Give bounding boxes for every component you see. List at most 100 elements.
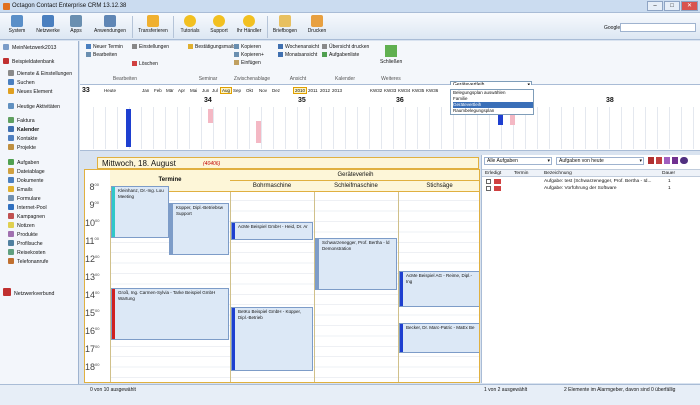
sidebar-item-netzwerkverbund[interactable]: Netzwerkverbund [3,288,78,299]
month-jul[interactable]: Jul [212,88,218,93]
month-jan[interactable]: Jan [142,88,149,93]
task-tool-icon[interactable] [664,157,670,164]
month-nov[interactable]: Nov [259,88,267,93]
sidebar-item-profilsuche[interactable]: Profilsuche [8,240,83,249]
task-date-select[interactable]: Aufgaben von heute ▾ [556,157,644,165]
sidebar-item-dienste[interactable]: Dienste & Einstellungen [8,70,83,79]
heute-button[interactable]: Heute [104,88,116,93]
month-maer[interactable]: Mär [166,88,174,93]
dropdown-option[interactable]: Raumbelegungsplan [453,108,533,114]
monatsansicht-button[interactable]: Monatsansicht [278,52,317,59]
month-apr[interactable]: Apr [178,88,185,93]
paste-icon [234,60,239,65]
einstellungen-button[interactable]: Einstellungen [132,44,169,51]
sidebar-item-internet-pool[interactable]: Internet-Pool [8,204,83,213]
kopieren-button[interactable]: Kopieren [234,44,261,51]
week-kw32[interactable]: KW32 [370,88,382,93]
appointment[interactable]: BetKo Beispiel GmbH - Küpper, Dipl.-Betr… [231,307,313,371]
col-dauer[interactable]: Dauer [662,170,675,177]
kopieren-plus-button[interactable]: Kopieren+ [234,52,264,59]
sidebar-item-emails[interactable]: Emails [8,186,83,195]
month-jun[interactable]: Jun [202,88,209,93]
sidebar-item-beispieldatenbank[interactable]: Beispieldatenbank [3,58,78,67]
eye-icon[interactable] [680,157,688,164]
year-2011[interactable]: 2011 [308,88,318,93]
toolbar-transferieren[interactable]: Transferieren [134,14,172,39]
sidebar-item-dokumente[interactable]: Dokumente [8,177,83,186]
done-checkbox[interactable] [486,186,491,191]
status-right: 2 Elemente im Alarmgeber, davon sind 0 ü… [564,387,676,393]
toolbar-drucken[interactable]: Drucken [302,14,332,39]
task-tool-icon[interactable] [648,157,654,164]
col-bezeichnung[interactable]: Bezeichnung [544,170,572,177]
printer-icon [322,44,327,49]
toolbar-system[interactable]: System [2,14,32,39]
sidebar-item-aufgaben[interactable]: Aufgaben [8,159,83,168]
done-checkbox[interactable] [486,179,491,184]
toolbar-support[interactable]: Support [204,14,234,39]
sidebar-item-suchen[interactable]: Suchen [8,79,83,88]
week-kw36[interactable]: KW36 [426,88,438,93]
toolbar-anwendungen[interactable]: Anwendungen [90,14,130,39]
maximize-button[interactable]: □ [664,1,680,11]
sidebar-item-projekte[interactable]: Projekte [8,144,83,153]
col-termin[interactable]: Termin [514,170,528,177]
appointment[interactable]: Küpper, Dipl.-Betriebsw Support [169,203,229,255]
uebersicht-drucken-button[interactable]: Übersicht drucken [322,44,369,51]
table-row[interactable]: Aufgabe: test (Schwarzenegger, Prof. Ber… [482,178,700,185]
appointment[interactable]: Kleinhanz, Dr.-Ing. Lou Meeting [111,186,169,238]
toolbar-netzwerke[interactable]: Netzwerke [33,14,63,39]
month-feb[interactable]: Feb [154,88,162,93]
sidebar-item-notizen[interactable]: Notizen [8,222,83,231]
loeschen-button[interactable]: Löschen [132,61,158,68]
minimize-button[interactable]: – [647,1,663,11]
aufgabenliste-button[interactable]: Aufgabenliste [322,52,359,59]
month-mai[interactable]: Mai [190,88,197,93]
sidebar-item-heutige[interactable]: Heutige Aktivitäten [8,103,83,112]
sidebar-item-faktura[interactable]: Faktura [8,117,83,126]
month-aug[interactable]: Aug [220,87,233,94]
sidebar-item-formulare[interactable]: Formulare [8,195,83,204]
sidebar-item-telefonanrufe[interactable]: Telefonanrufe [8,258,83,267]
appointment[interactable]: AcMe Beispiel AG - Reime, Dipl.-Ing [399,271,479,307]
toolbar-ihr-haendler[interactable]: Ihr Händler [232,14,266,39]
task-tool-icon[interactable] [656,157,662,164]
close-button[interactable]: ✕ [681,1,698,11]
col-erledigt[interactable]: Erledigt [485,170,501,177]
google-search-input[interactable] [620,23,696,32]
table-row[interactable]: Aufgabe: Vorführung der Software 1 [482,185,700,192]
year-2013[interactable]: 2013 [332,88,342,93]
year-2010[interactable]: 2010 [293,87,308,94]
toolbar-tutorials[interactable]: Tutorials [175,14,205,39]
neuer-termin-button[interactable]: Neuer Termin [86,44,123,51]
toolbar-briefbogen[interactable]: Briefbogen [269,14,301,39]
bearbeiten-button[interactable]: Bearbeiten [86,52,117,59]
sidebar-item-mein-netzwerk[interactable]: MeinNetzwerk2013 [3,44,78,53]
sidebar-item-kalender[interactable]: Kalender [8,126,83,135]
sidebar-item-kampagnen[interactable]: Kampagnen [8,213,83,222]
week-kw35[interactable]: KW35 [412,88,424,93]
month-okt[interactable]: Okt [246,88,253,93]
appointment[interactable]: AcMe Beispiel GmbH - Heid, Dr. Ar [231,222,313,240]
month-dez[interactable]: Dez [272,88,280,93]
wochenansicht-button[interactable]: Wochenansicht [278,44,319,51]
task-filter-select[interactable]: Alle Aufgaben ▾ [484,157,552,165]
sidebar-item-kontakte[interactable]: Kontakte [8,135,83,144]
week-kw33[interactable]: KW33 [384,88,396,93]
sidebar-item-dateiablage[interactable]: Dateiablage [8,168,83,177]
bestaetigungsmails-button[interactable]: Bestätigungsmails [188,44,236,51]
einfuegen-button[interactable]: Einfügen [234,60,261,67]
sidebar-item-produkte[interactable]: Produkte [8,231,83,240]
month-sep[interactable]: Sep [233,88,241,93]
year-2012[interactable]: 2012 [320,88,330,93]
appointment[interactable]: Becker, Dr. Marc-Patric - MaEx Be [399,323,479,353]
task-tool-icon[interactable] [672,157,678,164]
toolbar-apps[interactable]: Apps [64,14,88,39]
appointment[interactable]: Groß, Ing. Carmen-Sylvia - Tarke Beispie… [111,288,229,340]
schliessen-button[interactable]: Schließen [380,59,402,66]
sidebar-item-reisekosten[interactable]: Reisekosten [8,249,83,258]
week-kw34[interactable]: KW34 [398,88,410,93]
sidebar-item-neues-element[interactable]: Neues Element [8,88,83,97]
day-code: (40406) [203,161,221,167]
appointment[interactable]: Schwarzenegger, Prof. Bertha - ld Demonst… [315,238,397,290]
